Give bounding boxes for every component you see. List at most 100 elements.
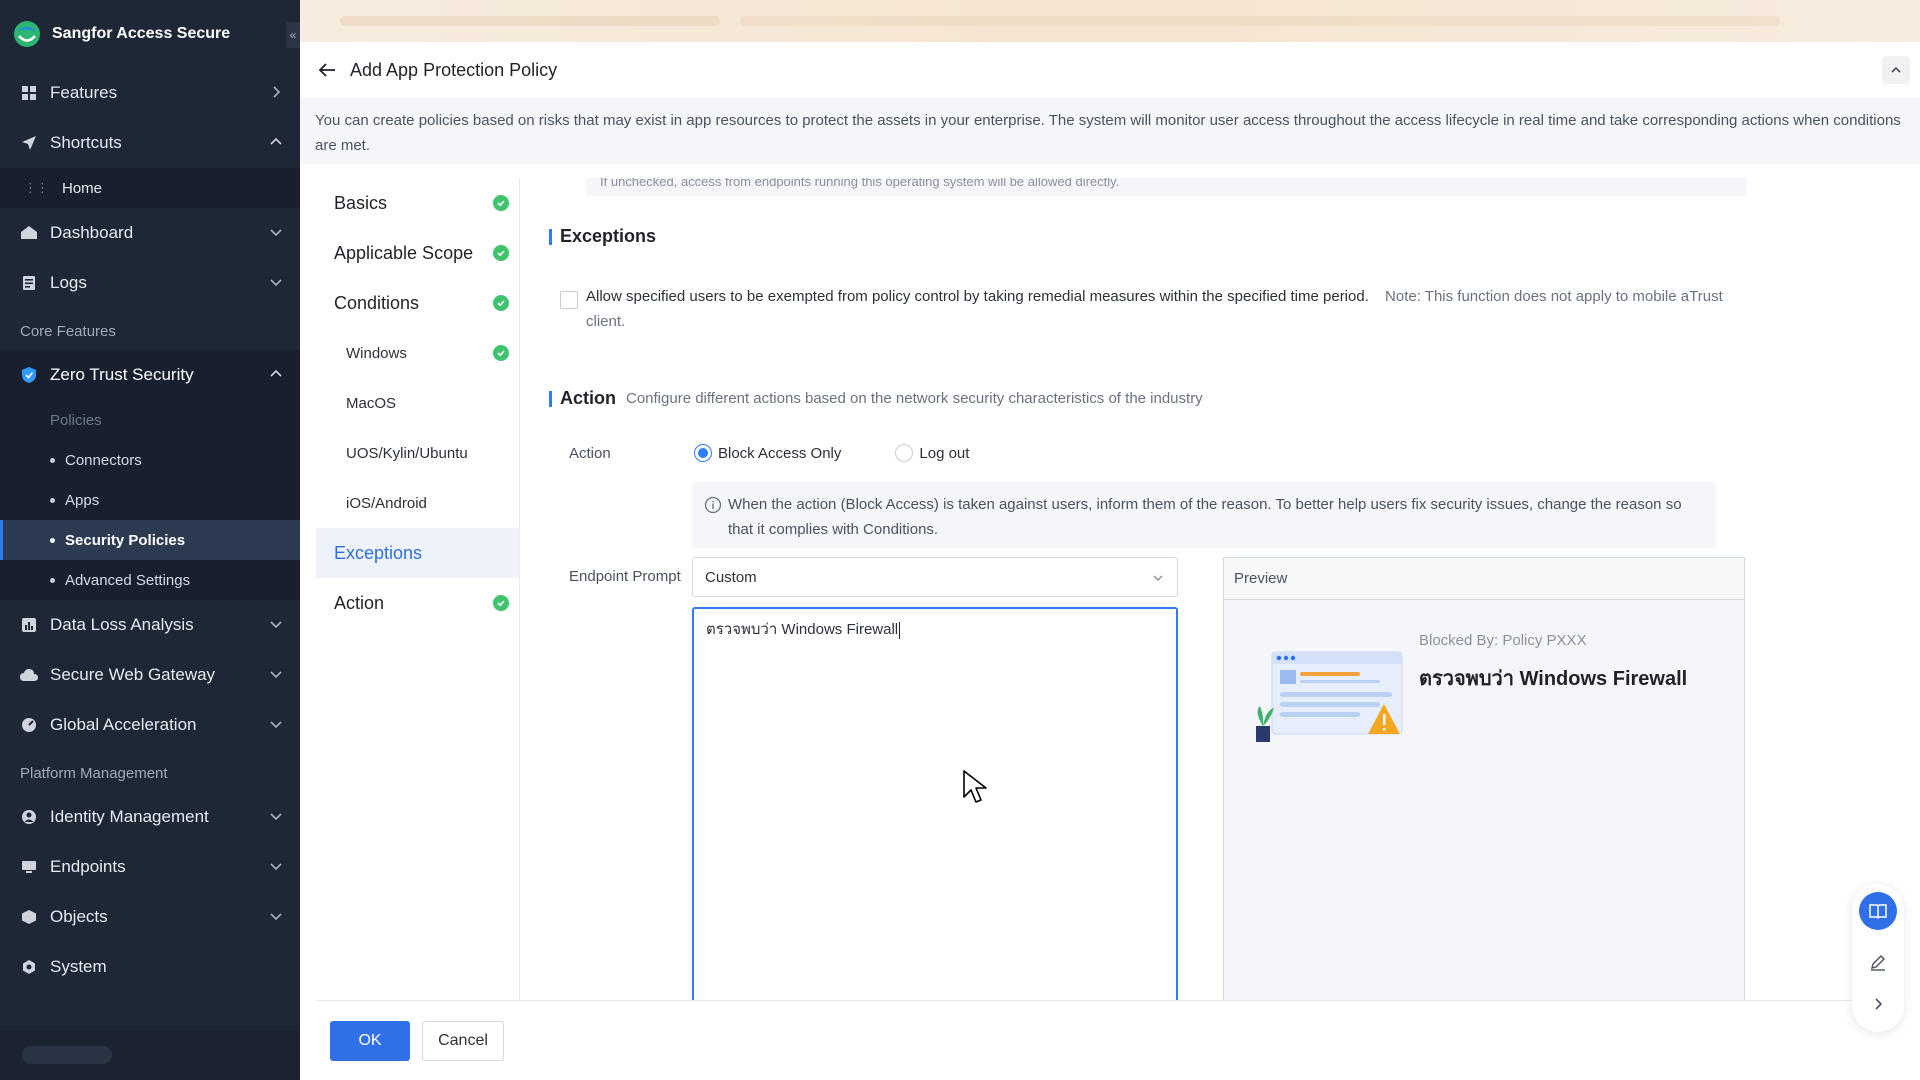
sidebar-item-features[interactable]: Features <box>0 68 300 118</box>
endpoint-prompt-select[interactable]: Custom <box>692 557 1178 597</box>
exemption-checkbox[interactable] <box>560 291 578 309</box>
ok-button[interactable]: OK <box>330 1020 410 1061</box>
action-section-title: Action Configure different actions based… <box>549 388 1203 409</box>
sidebar-item-logs[interactable]: Logs <box>0 258 300 308</box>
data-loss-icon <box>20 616 38 634</box>
chevron-down-icon <box>270 863 282 871</box>
app-name: Sangfor Access Secure <box>52 25 231 42</box>
sidebar-item-secure-web-gateway[interactable]: Secure Web Gateway <box>0 650 300 700</box>
step-label: Windows <box>346 344 407 362</box>
exceptions-label: Allow specified users to be exempted fro… <box>586 288 1369 305</box>
step-basics[interactable]: Basics <box>316 178 519 228</box>
chevron-up-icon <box>1891 66 1901 73</box>
banner-blurred-text <box>340 16 720 26</box>
guide-book-button[interactable] <box>1859 892 1897 930</box>
sidebar-item-advanced-settings[interactable]: Advanced Settings <box>0 560 300 600</box>
sangfor-logo-icon <box>14 21 40 47</box>
sidebar-item-zero-trust[interactable]: Zero Trust Security <box>0 350 300 400</box>
step-applicable-scope[interactable]: Applicable Scope <box>316 228 519 278</box>
sidebar-collapse-button[interactable]: « <box>286 22 300 48</box>
step-label: Exceptions <box>334 542 423 563</box>
step-label: MacOS <box>346 394 397 412</box>
policies-label: Policies <box>50 411 102 429</box>
radio-checked-icon <box>694 444 712 462</box>
check-circle-icon <box>493 195 509 211</box>
section-description: Configure different actions based on the… <box>626 390 1203 407</box>
chevron-right-icon <box>273 86 281 98</box>
chevron-down-icon <box>270 621 282 629</box>
sidebar-item-apps[interactable]: Apps <box>0 480 300 520</box>
main-panel: Add App Protection Policy You can create… <box>300 42 1920 1080</box>
page-description: You can create policies based on risks t… <box>300 98 1920 164</box>
sidebar-item-identity[interactable]: Identity Management <box>0 792 300 842</box>
action-radio-group: Block Access Only Log out <box>694 444 1023 462</box>
sidebar-item-objects[interactable]: Objects <box>0 892 300 942</box>
page-header: Add App Protection Policy <box>300 42 1920 98</box>
preview-header: Preview <box>1224 558 1744 600</box>
step-exceptions[interactable]: Exceptions <box>316 528 519 578</box>
gear-icon <box>20 958 38 976</box>
step-label: Applicable Scope <box>334 242 474 263</box>
dashboard-icon <box>20 224 38 242</box>
chevron-right-icon <box>1875 998 1883 1010</box>
sidebar-item-label: Logs <box>50 273 87 292</box>
sidebar-item-system[interactable]: System <box>0 942 300 992</box>
chevron-up-icon <box>270 137 282 145</box>
sidebar-item-label: Features <box>50 83 118 102</box>
chevron-down-icon <box>270 279 282 287</box>
radio-block-access[interactable]: Block Access Only <box>694 444 841 462</box>
sidebar-item-security-policies[interactable]: Security Policies <box>0 520 300 560</box>
radio-unchecked-icon <box>895 444 914 462</box>
sidebar-item-label: Endpoints <box>50 857 126 876</box>
expand-toolbar-button[interactable] <box>1866 992 1890 1016</box>
step-label: Action <box>334 592 385 613</box>
exceptions-section-title: Exceptions <box>549 226 656 247</box>
sidebar-item-label: Apps <box>65 491 100 509</box>
preview-blocked-by: Blocked By: Policy PXXX <box>1419 632 1587 649</box>
pencil-icon <box>1871 955 1885 971</box>
sidebar-item-endpoints[interactable]: Endpoints <box>0 842 300 892</box>
text-caret <box>899 621 901 639</box>
radio-log-out[interactable]: Log out <box>895 444 969 462</box>
step-ios-android[interactable]: iOS/Android <box>316 478 519 528</box>
step-label: UOS/Kylin/Ubuntu <box>346 444 468 462</box>
edit-button[interactable] <box>1866 950 1890 974</box>
preview-panel: Preview Blocked By: Policy PXXX ตรวจพบว่… <box>1223 557 1745 1021</box>
sidebar-item-global-acceleration[interactable]: Global Acceleration <box>0 700 300 750</box>
sidebar-item-data-loss[interactable]: Data Loss Analysis <box>0 600 300 650</box>
section-accent-bar <box>549 390 552 407</box>
back-arrow-icon[interactable] <box>316 59 338 81</box>
bullet-icon <box>50 577 55 583</box>
collapse-up-button[interactable] <box>1882 56 1910 84</box>
sidebar-item-connectors[interactable]: Connectors <box>0 440 300 480</box>
sidebar: Sangfor Access Secure « Features Shortcu… <box>0 0 300 1080</box>
sidebar-item-label: Global Acceleration <box>50 715 197 734</box>
endpoint-prompt-textarea[interactable]: ตรวจพบว่า Windows Firewall <box>692 607 1178 1021</box>
step-label: Basics <box>334 192 388 213</box>
floating-toolbar <box>1852 884 1904 1032</box>
objects-icon <box>20 908 38 926</box>
step-label: Conditions <box>334 292 420 313</box>
sidebar-item-shortcuts[interactable]: Shortcuts <box>0 118 300 168</box>
info-icon <box>704 496 722 514</box>
step-uos[interactable]: UOS/Kylin/Ubuntu <box>316 428 519 478</box>
grid-icon <box>20 84 38 102</box>
section-core-features: Core Features <box>20 323 116 340</box>
sidebar-item-label: Shortcuts <box>50 133 122 152</box>
step-windows[interactable]: Windows <box>316 328 519 378</box>
step-action[interactable]: Action <box>316 578 519 628</box>
sidebar-footer[interactable] <box>0 1030 300 1080</box>
radio-label: Block Access Only <box>718 444 842 462</box>
chevron-down-icon <box>270 229 282 237</box>
sidebar-item-label: Advanced Settings <box>65 571 191 589</box>
sidebar-item-label: Security Policies <box>65 531 186 549</box>
step-conditions[interactable]: Conditions <box>316 278 519 328</box>
cancel-button[interactable]: Cancel <box>422 1020 504 1061</box>
brand: Sangfor Access Secure « <box>0 0 300 68</box>
identity-icon <box>20 808 38 826</box>
sidebar-item-home[interactable]: ⋮⋮ Home <box>0 168 300 208</box>
chevron-down-icon <box>270 721 282 729</box>
sidebar-item-dashboard[interactable]: Dashboard <box>0 208 300 258</box>
bullet-icon <box>50 497 55 503</box>
step-macos[interactable]: MacOS <box>316 378 519 428</box>
